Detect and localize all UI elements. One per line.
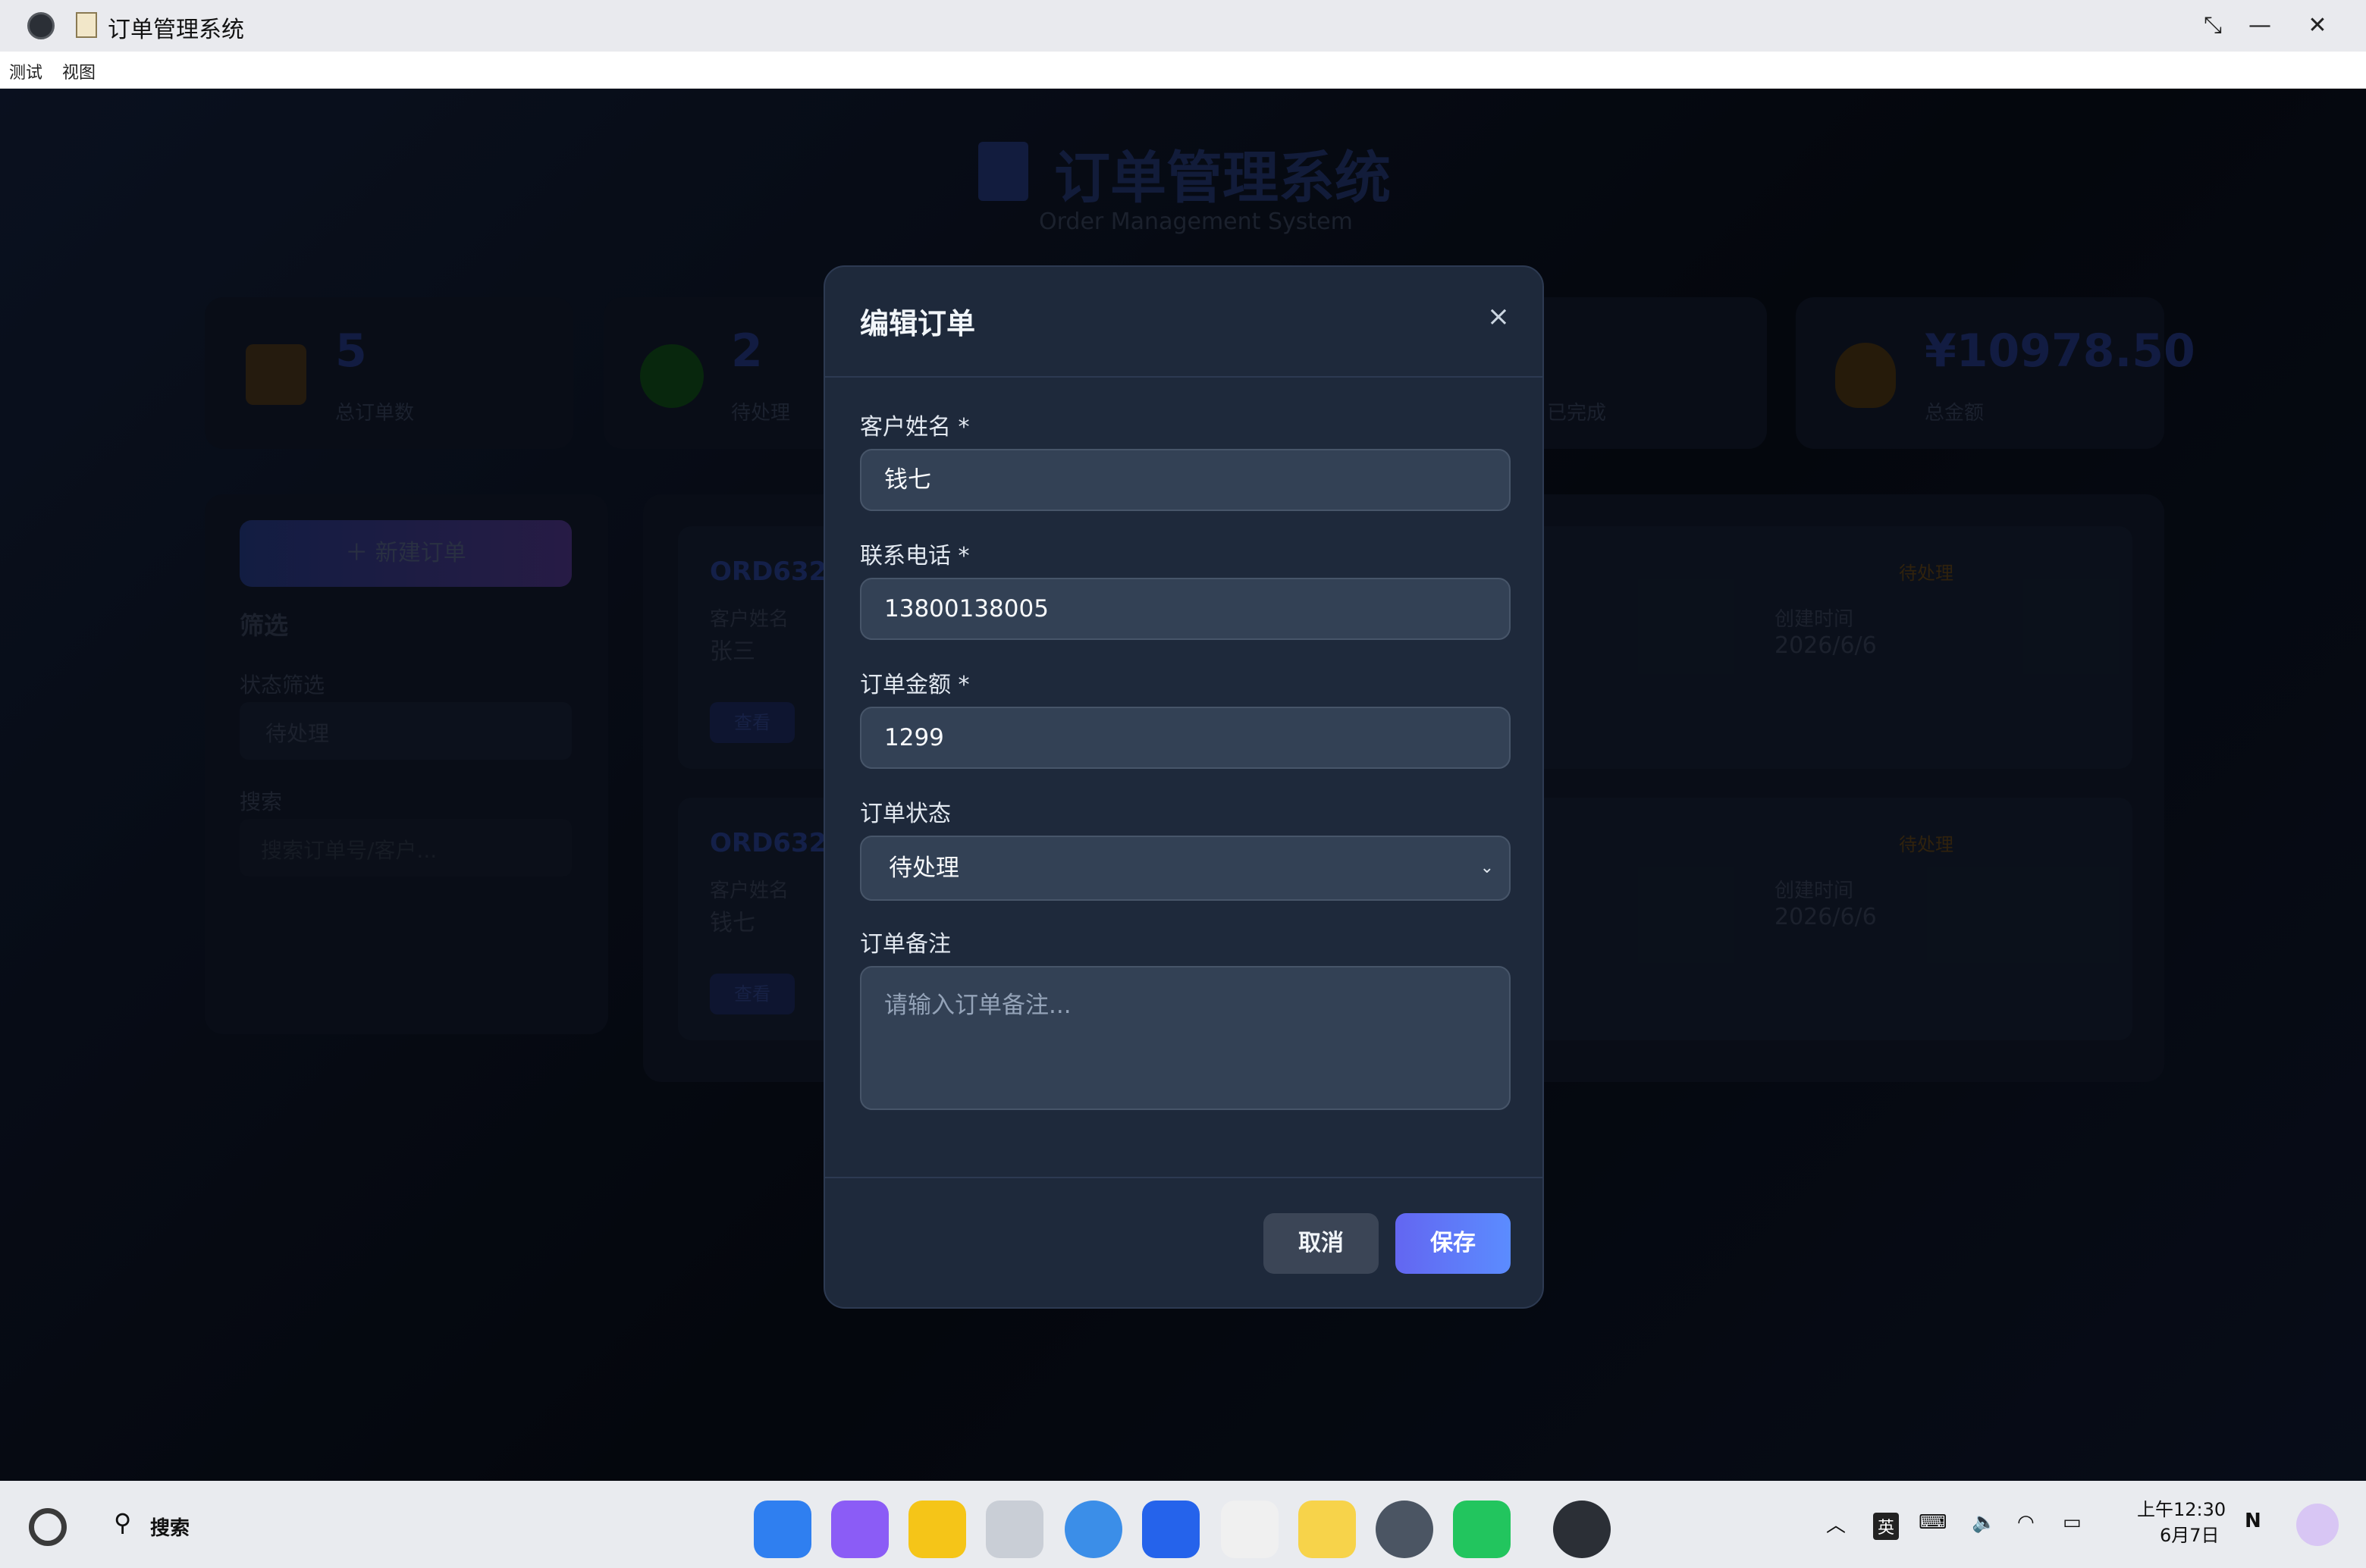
search-icon[interactable]: ⚲: [114, 1508, 131, 1537]
launcher-icon[interactable]: [754, 1501, 811, 1558]
modal-title: 编辑订单: [860, 307, 976, 340]
cancel-button[interactable]: 取消: [1263, 1213, 1379, 1274]
taskbar: ⚲ 搜索 ︿ 英 ⌨ 🔈 ◠ ▭ 上午12:30 6月7日 N: [0, 1481, 2366, 1568]
title-bar: 订单管理系统 ⤡ — ✕: [0, 0, 2366, 52]
order-status-select[interactable]: 待处理 ⌄: [860, 836, 1511, 901]
order-note-textarea[interactable]: 请输入订单备注...: [860, 966, 1511, 1110]
customer-name-input[interactable]: 钱七: [860, 449, 1511, 511]
keyboard-icon[interactable]: ⌨: [1919, 1511, 1947, 1534]
phone-label: 联系电话 *: [860, 543, 970, 569]
notes-icon[interactable]: [1298, 1501, 1356, 1558]
amount-label: 订单金额 *: [860, 672, 970, 698]
clock-time[interactable]: 上午12:30: [2137, 1494, 2226, 1521]
start-icon[interactable]: [29, 1508, 67, 1546]
edit-order-modal: 编辑订单 × 客户姓名 * 钱七 联系电话 * 13800138005 订单金额…: [824, 265, 1544, 1309]
clipboard-icon: [76, 12, 97, 38]
avatar[interactable]: [2296, 1504, 2339, 1546]
photos-icon[interactable]: [1221, 1501, 1279, 1558]
browser-icon[interactable]: [1065, 1501, 1122, 1558]
phone-input[interactable]: 13800138005: [860, 578, 1511, 640]
settings-icon[interactable]: [1376, 1501, 1433, 1558]
ime-indicator[interactable]: 英: [1873, 1513, 1900, 1540]
close-window-button[interactable]: ✕: [2301, 9, 2334, 42]
order-status-label: 订单状态: [860, 801, 951, 827]
app-logo-icon: [27, 12, 55, 39]
files-icon[interactable]: [908, 1501, 966, 1558]
taskbar-search-label[interactable]: 搜索: [150, 1513, 190, 1541]
trash-icon[interactable]: [986, 1501, 1043, 1558]
menu-bar: 测试 视图: [0, 52, 2366, 89]
menu-view[interactable]: 视图: [62, 59, 96, 83]
chevron-down-icon: ⌄: [1480, 858, 1494, 877]
minimize-button[interactable]: —: [2243, 9, 2277, 42]
wechat-icon[interactable]: [1453, 1501, 1511, 1558]
volume-icon[interactable]: 🔈: [1972, 1511, 1996, 1534]
customer-name-label: 客户姓名 *: [860, 414, 970, 441]
wifi-icon[interactable]: ◠: [2017, 1511, 2035, 1534]
battery-icon[interactable]: ▭: [2063, 1511, 2082, 1534]
order-status-value: 待处理: [889, 855, 959, 882]
window-title: 订单管理系统: [108, 17, 244, 43]
close-icon[interactable]: ×: [1482, 300, 1515, 334]
notification-icon[interactable]: N: [2245, 1510, 2261, 1532]
multitask-icon[interactable]: [831, 1501, 889, 1558]
order-note-label: 订单备注: [860, 931, 951, 958]
modal-footer-divider: [825, 1177, 1542, 1178]
electron-app-icon[interactable]: [1553, 1501, 1611, 1558]
menu-test[interactable]: 测试: [9, 59, 42, 83]
save-button[interactable]: 保存: [1395, 1213, 1511, 1274]
chevron-up-icon[interactable]: ︿: [1826, 1510, 1846, 1538]
restore-icon[interactable]: ⤡: [2196, 9, 2230, 42]
amount-input[interactable]: 1299: [860, 707, 1511, 769]
clock-date[interactable]: 6月7日: [2160, 1520, 2220, 1547]
mail-icon[interactable]: [1142, 1501, 1200, 1558]
modal-header: 编辑订单 ×: [825, 267, 1542, 378]
